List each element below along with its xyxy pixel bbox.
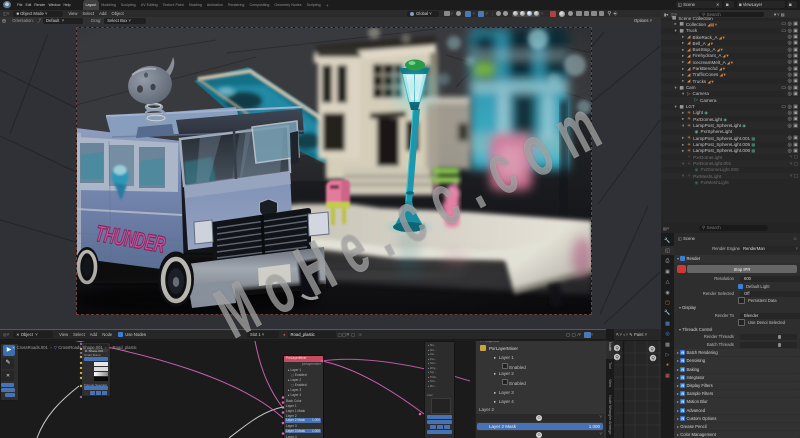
svg-text:⚲: ⚲ bbox=[615, 355, 619, 361]
svg-text:⚲: ⚲ bbox=[650, 347, 654, 353]
svg-text:⚲: ⚲ bbox=[651, 356, 655, 362]
svg-text:⚲: ⚲ bbox=[615, 346, 619, 352]
